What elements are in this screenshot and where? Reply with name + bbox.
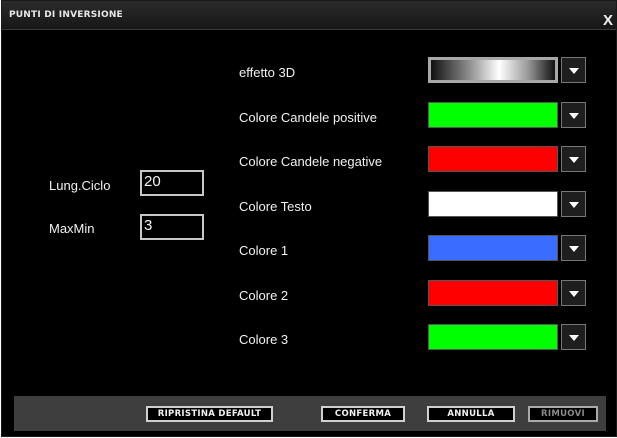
effect-3d-swatch[interactable]: [428, 57, 558, 83]
triangle-down-icon[interactable]: [561, 57, 586, 83]
color-label-testo: Colore Testo: [239, 199, 312, 214]
color-label-effetto-3d: effetto 3D: [239, 65, 296, 80]
color-swatch-colore-1[interactable]: [428, 235, 558, 261]
color-swatch-candele-negative[interactable]: [428, 146, 558, 172]
maxmin-input[interactable]: 3: [140, 214, 204, 240]
color-swatch-colore-2[interactable]: [428, 280, 558, 306]
remove-button[interactable]: RIMUOVI: [528, 406, 598, 422]
color-label-candele-negative: Colore Candele negative: [239, 154, 383, 169]
color-label-colore-2: Colore 2: [239, 288, 289, 303]
triangle-down-icon[interactable]: [561, 235, 586, 261]
color-label-colore-3: Colore 3: [239, 332, 289, 347]
dialog-title: PUNTI DI INVERSIONE: [9, 10, 123, 20]
color-label-candele-positive: Colore Candele positive: [239, 110, 378, 125]
cancel-button[interactable]: ANNULLA: [427, 406, 515, 422]
button-bar: RIPRISTINA DEFAULT CONFERMA ANNULLA RIMU…: [14, 396, 606, 431]
triangle-down-icon[interactable]: [561, 191, 586, 217]
confirm-button[interactable]: CONFERMA: [321, 406, 405, 422]
dialog-window: PUNTI DI INVERSIONE X Lung.Ciclo 20 MaxM…: [1, 0, 617, 437]
color-swatch-colore-3[interactable]: [428, 324, 558, 350]
param-label-lung-ciclo: Lung.Ciclo: [49, 178, 111, 193]
reset-default-button[interactable]: RIPRISTINA DEFAULT: [146, 406, 273, 422]
triangle-down-icon[interactable]: [561, 146, 586, 172]
color-label-colore-1: Colore 1: [239, 243, 289, 258]
color-swatch-candele-positive[interactable]: [428, 102, 558, 128]
color-swatch-testo[interactable]: [428, 191, 558, 217]
lung-ciclo-input[interactable]: 20: [140, 170, 204, 196]
close-button[interactable]: X: [603, 12, 613, 29]
triangle-down-icon[interactable]: [561, 324, 586, 350]
triangle-down-icon[interactable]: [561, 280, 586, 306]
title-bar: PUNTI DI INVERSIONE X: [2, 1, 616, 30]
param-label-maxmin: MaxMin: [49, 221, 95, 236]
triangle-down-icon[interactable]: [561, 102, 586, 128]
